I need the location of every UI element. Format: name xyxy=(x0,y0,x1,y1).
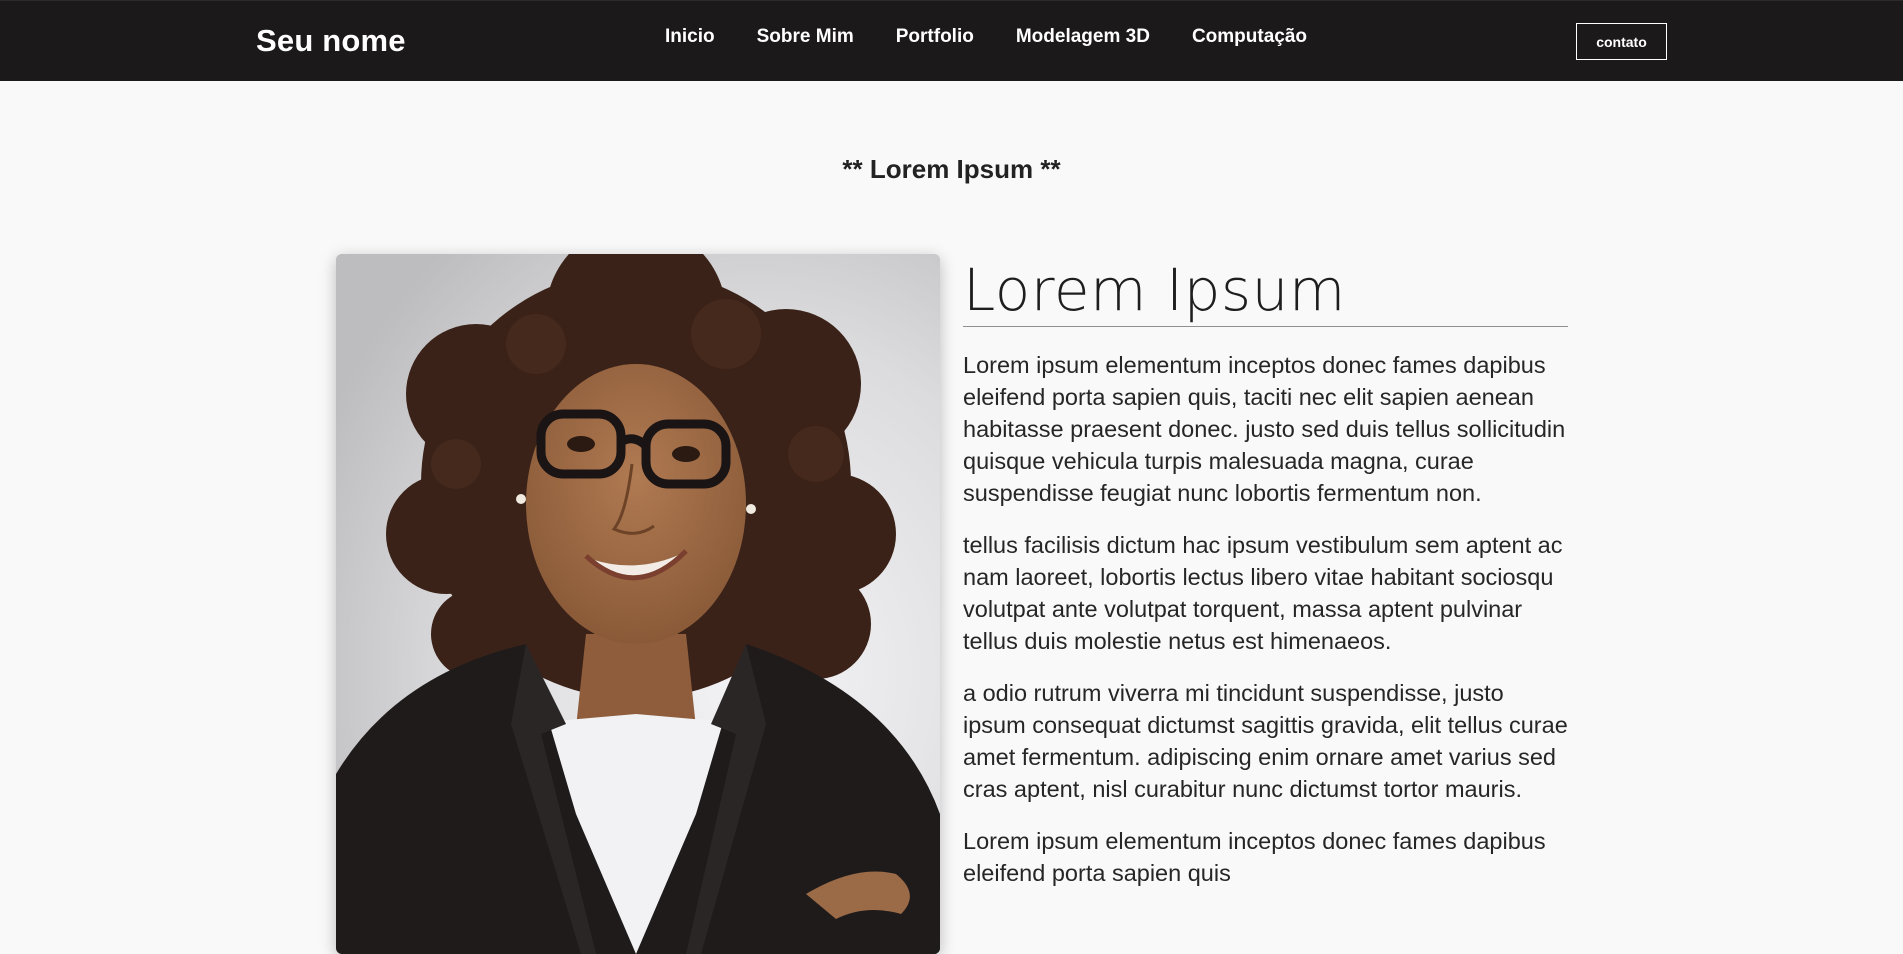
profile-photo xyxy=(336,254,940,954)
top-navbar: Seu nome Inicio Sobre Mim Portfolio Mode… xyxy=(0,0,1903,81)
about-paragraph-1: Lorem ipsum elementum inceptos donec fam… xyxy=(963,352,1566,506)
about-heading: Lorem Ipsum xyxy=(963,256,1346,324)
nav-link-portfolio[interactable]: Portfolio xyxy=(896,26,974,48)
portrait-illustration xyxy=(336,254,940,954)
nav-link-modelagem-3d[interactable]: Modelagem 3D xyxy=(1016,26,1150,48)
section-title: ** Lorem Ipsum ** xyxy=(842,154,1061,184)
about-paragraph-3: a odio rutrum viverra mi tincidunt suspe… xyxy=(963,680,1568,802)
nav-link-sobre-mim[interactable]: Sobre Mim xyxy=(757,26,854,48)
site-brand[interactable]: Seu nome xyxy=(256,23,406,59)
nav-link-inicio[interactable]: Inicio xyxy=(665,26,715,48)
main-nav: Inicio Sobre Mim Portfolio Modelagem 3D … xyxy=(665,26,1349,48)
heading-divider xyxy=(963,326,1568,327)
nav-link-computacao[interactable]: Computação xyxy=(1192,26,1307,48)
about-paragraph-2: tellus facilisis dictum hac ipsum vestib… xyxy=(963,532,1563,654)
about-content: Lorem Ipsum Lorem ipsum elementum incept… xyxy=(963,254,1568,889)
about-paragraph-4: Lorem ipsum elementum inceptos donec fam… xyxy=(963,828,1546,886)
contact-button[interactable]: contato xyxy=(1576,23,1667,60)
